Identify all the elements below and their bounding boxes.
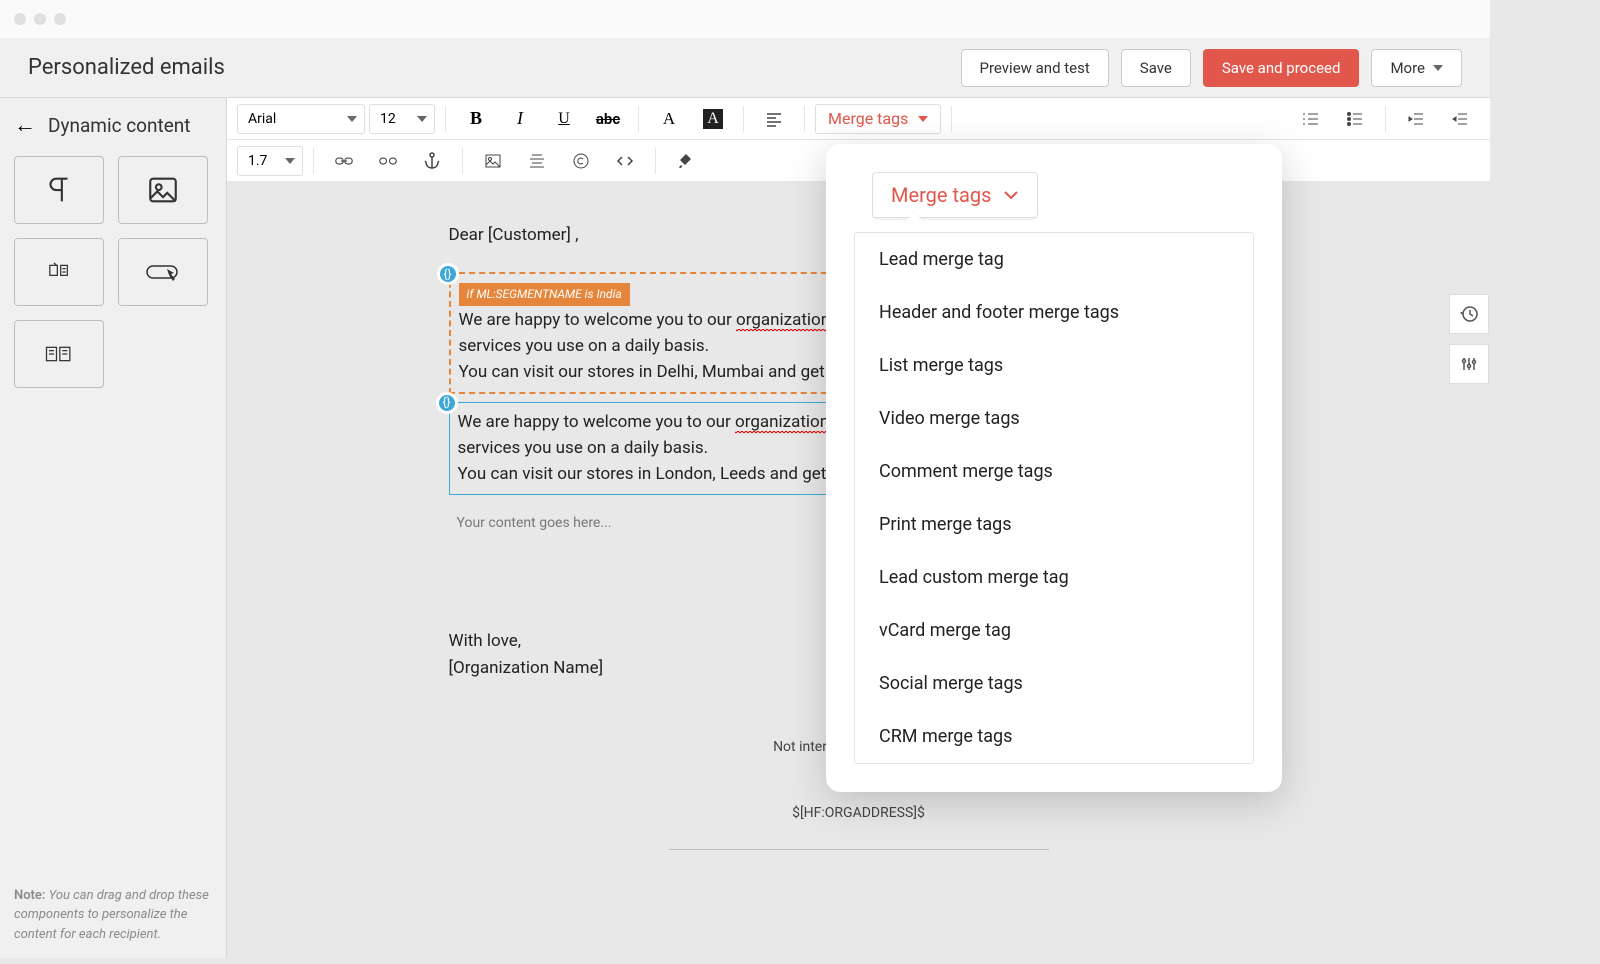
image-text-tile[interactable] — [14, 238, 104, 306]
bold-button[interactable]: B — [456, 104, 496, 134]
font-select[interactable]: Arial — [237, 104, 365, 134]
merge-tags-button[interactable]: Merge tags — [815, 104, 941, 134]
menu-item[interactable]: Lead merge tag — [855, 233, 1253, 286]
copyright-button[interactable] — [561, 146, 601, 176]
paragraph-tile[interactable] — [14, 156, 104, 224]
menu-item[interactable]: Header and footer merge tags — [855, 286, 1253, 339]
align-button[interactable] — [517, 146, 557, 176]
menu-item[interactable]: Lead custom merge tag — [855, 551, 1253, 604]
chevron-down-icon — [1433, 65, 1443, 71]
indent-button[interactable] — [1396, 104, 1436, 134]
more-button[interactable]: More — [1371, 49, 1462, 87]
chevron-down-icon — [918, 116, 928, 122]
strike-button[interactable]: abc — [588, 104, 628, 134]
menu-item[interactable]: List merge tags — [855, 339, 1253, 392]
bullet-list-button[interactable] — [1335, 104, 1375, 134]
window-min-icon[interactable] — [34, 13, 46, 25]
menu-item[interactable]: Comment merge tags — [855, 445, 1253, 498]
anchor-button[interactable] — [412, 146, 452, 176]
columns-tile[interactable] — [14, 320, 104, 388]
save-button[interactable]: Save — [1121, 49, 1191, 87]
italic-button[interactable]: I — [500, 104, 540, 134]
menu-item[interactable]: vCard merge tag — [855, 604, 1253, 657]
footer-divider — [669, 849, 1049, 850]
lineheight-select[interactable]: 1.7 — [237, 146, 303, 176]
underline-button[interactable]: U — [544, 104, 584, 134]
toolbar-top: Arial 12 B I U abc A A Merge tags — [227, 98, 1490, 140]
back-arrow-icon[interactable]: ← — [14, 112, 36, 138]
unlink-button[interactable] — [368, 146, 408, 176]
sidebar-title: Dynamic content — [48, 114, 191, 137]
paint-button[interactable] — [666, 146, 706, 176]
preview-test-button[interactable]: Preview and test — [961, 49, 1109, 87]
condition-tag: if ML:SEGMENTNAME is India — [459, 283, 630, 306]
menu-item[interactable]: CRM merge tags — [855, 710, 1253, 763]
code-button[interactable] — [605, 146, 645, 176]
page-title: Personalized emails — [28, 55, 225, 80]
menu-item[interactable]: Video merge tags — [855, 392, 1253, 445]
window-close-icon[interactable] — [14, 13, 26, 25]
chevron-down-icon — [1003, 190, 1019, 200]
merge-tags-menu: Lead merge tag Header and footer merge t… — [854, 232, 1254, 764]
save-proceed-button[interactable]: Save and proceed — [1203, 49, 1360, 87]
footer-merge-var: $[HF:ORGADDRESS]$ — [449, 803, 1269, 825]
button-tile[interactable] — [118, 238, 208, 306]
brace-toggle-icon[interactable]: {} — [436, 392, 458, 414]
numbered-list-button[interactable] — [1291, 104, 1331, 134]
link-button[interactable] — [324, 146, 364, 176]
merge-tags-trigger[interactable]: Merge tags — [872, 172, 1038, 218]
window-titlebar — [0, 0, 1490, 38]
align-button[interactable] — [754, 104, 794, 134]
sidebar: ← Dynamic content Note: You can drag and… — [0, 98, 227, 958]
text-color-button[interactable]: A — [649, 104, 689, 134]
bg-color-button[interactable]: A — [693, 104, 733, 134]
image-tile[interactable] — [118, 156, 208, 224]
sidebar-note: Note: You can drag and drop these compon… — [14, 886, 212, 945]
outdent-button[interactable] — [1440, 104, 1480, 134]
image-button[interactable] — [473, 146, 513, 176]
menu-item[interactable]: Social merge tags — [855, 657, 1253, 710]
fontsize-select[interactable]: 12 — [369, 104, 435, 134]
brace-toggle-icon[interactable]: {} — [437, 263, 459, 285]
merge-tags-popover: Merge tags Lead merge tag Header and foo… — [826, 144, 1282, 792]
window-max-icon[interactable] — [54, 13, 66, 25]
header-bar: Personalized emails Preview and test Sav… — [0, 38, 1490, 98]
menu-item[interactable]: Print merge tags — [855, 498, 1253, 551]
